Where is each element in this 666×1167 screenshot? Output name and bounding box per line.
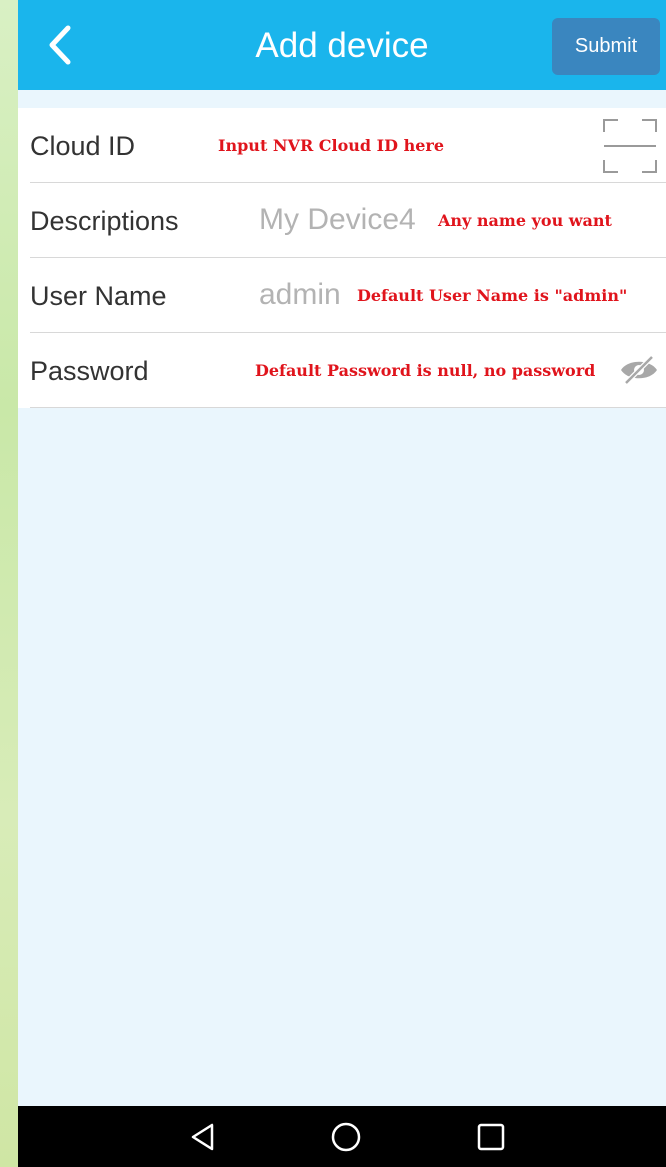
descriptions-hint: Any name you want [438,211,612,230]
password-row[interactable]: Password Default Password is null, no pa… [30,333,666,408]
user-name-value[interactable]: admin [259,276,341,314]
password-label: Password [30,356,149,386]
system-navigation-bar [18,1106,666,1167]
submit-button[interactable]: Submit [552,18,660,75]
eye-off-icon[interactable] [618,355,660,385]
user-name-hint: Default User Name is "admin" [357,286,628,305]
device-form: Cloud ID Input NVR Cloud ID here Descrip… [18,108,666,408]
cloud-id-row[interactable]: Cloud ID Input NVR Cloud ID here [30,108,666,183]
descriptions-row[interactable]: Descriptions My Device4 Any name you wan… [30,183,666,258]
back-triangle-icon[interactable] [186,1120,220,1154]
app-bar: Add device Submit [18,0,666,90]
user-name-label: User Name [30,281,167,311]
descriptions-value[interactable]: My Device4 [259,201,416,239]
cloud-id-label: Cloud ID [30,131,136,161]
scan-icon[interactable] [602,118,658,174]
user-name-row[interactable]: User Name admin Default User Name is "ad… [30,258,666,333]
phone-screen: Add device Submit Cloud ID Input NVR Clo… [18,0,666,1167]
cloud-id-hint: Input NVR Cloud ID here [218,136,445,155]
home-circle-icon[interactable] [329,1120,363,1154]
password-hint: Default Password is null, no password [255,361,596,380]
descriptions-label: Descriptions [30,206,179,236]
recents-square-icon[interactable] [474,1120,508,1154]
